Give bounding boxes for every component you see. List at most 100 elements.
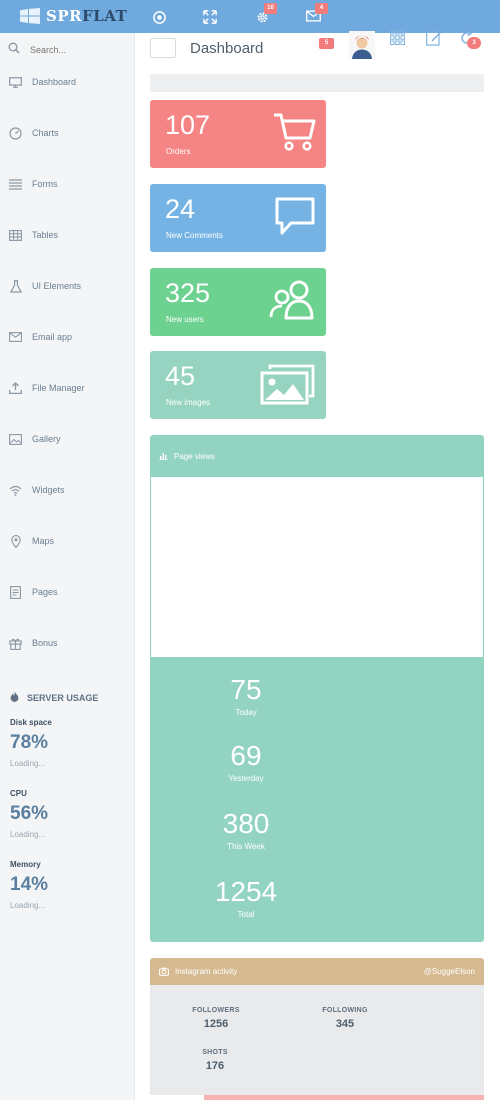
metric-value: 56% xyxy=(10,803,49,824)
sidebar-item-tables[interactable]: Tables xyxy=(9,227,58,243)
stat-label: Today xyxy=(235,708,257,717)
notification-badge[interactable]: 5 xyxy=(319,38,334,49)
envelope-icon[interactable]: 4 xyxy=(306,3,328,26)
tile-value: 24 xyxy=(165,194,196,224)
search-icon xyxy=(8,41,20,59)
tile-new-users[interactable]: 325 New users xyxy=(150,268,326,336)
server-metric-disk: Disk space 78% Loading... xyxy=(10,718,52,768)
metric-value: 78% xyxy=(10,732,49,753)
target-icon[interactable] xyxy=(152,10,168,26)
panel-header: Page views xyxy=(150,435,484,477)
page-icon xyxy=(150,38,176,58)
cart-icon xyxy=(272,112,316,157)
stat-label: This Week xyxy=(227,842,265,851)
sidebar-item-email-app[interactable]: Email app xyxy=(9,329,72,345)
tile-orders[interactable]: 107 Orders xyxy=(150,100,326,168)
page-views-panel: Page views 75 Today 69 Yesterday 380 Thi… xyxy=(150,435,484,942)
edit-icon[interactable] xyxy=(426,30,442,46)
stat-label: FOLLOWERS xyxy=(192,1007,240,1014)
page-title: Dashboard xyxy=(190,39,264,57)
brand-logo[interactable]: SPRFLAT xyxy=(20,7,127,25)
sidebar-item-pages[interactable]: Pages xyxy=(9,584,58,600)
instagram-username[interactable]: @SuggeElson xyxy=(424,967,475,976)
stat-this-week: 380 This Week xyxy=(196,808,296,852)
fire-icon xyxy=(10,691,19,704)
metric-name: CPU xyxy=(10,789,27,798)
stat-label: Total xyxy=(237,910,255,919)
tile-label: New images xyxy=(166,398,211,407)
stat-value: 1254 xyxy=(214,876,278,907)
tile-value: 325 xyxy=(165,278,211,308)
comment-icon xyxy=(274,196,316,241)
stat-label: Yesterday xyxy=(228,774,264,783)
sidebar-item-label: Bonus xyxy=(32,638,58,648)
metric-value: 14% xyxy=(10,874,49,895)
gift-icon xyxy=(9,637,22,650)
gear-icon[interactable]: 10 xyxy=(255,3,277,26)
metric-status: Loading... xyxy=(10,901,46,910)
camera-icon xyxy=(159,963,169,981)
brand-name: SPRFLAT xyxy=(46,7,128,25)
wifi-icon xyxy=(9,484,22,497)
stat-value: 345 xyxy=(335,1018,355,1030)
metric-status: Loading... xyxy=(10,759,46,768)
stat-shots: SHOTS 176 xyxy=(175,1049,255,1072)
sidebar-item-charts[interactable]: Charts xyxy=(9,125,59,141)
tile-new-comments[interactable]: 24 New Comments xyxy=(150,184,326,252)
sidebar: Dashboard Charts Forms Tables UI Element… xyxy=(0,33,135,1100)
stat-label: SHOTS xyxy=(202,1049,228,1056)
instagram-panel: Instagram activity @SuggeElson FOLLOWERS… xyxy=(150,958,484,1100)
panel-title: Instagram activity xyxy=(175,967,238,976)
stat-value: 75 xyxy=(230,674,262,705)
stat-today: 75 Today xyxy=(196,674,296,718)
sidebar-item-label: Email app xyxy=(32,332,73,342)
sidebar-item-gallery[interactable]: Gallery xyxy=(9,431,61,447)
avatar[interactable] xyxy=(349,31,375,59)
grid-icon[interactable] xyxy=(390,30,406,46)
sidebar-item-label: Maps xyxy=(32,536,55,546)
sidebar-item-file-manager[interactable]: File Manager xyxy=(9,380,85,396)
tile-label: New users xyxy=(166,315,204,324)
sidebar-search[interactable] xyxy=(8,42,126,58)
tile-label: New Comments xyxy=(166,231,223,240)
sidebar-item-ui-elements[interactable]: UI Elements xyxy=(9,278,81,294)
monitor-icon xyxy=(9,76,22,89)
users-icon xyxy=(268,280,316,325)
metric-name: Disk space xyxy=(10,718,52,727)
image-icon xyxy=(9,433,22,446)
sidebar-item-maps[interactable]: Maps xyxy=(9,533,54,549)
fullscreen-icon[interactable] xyxy=(203,10,219,26)
tile-value: 107 xyxy=(165,110,211,140)
stat-value: 69 xyxy=(230,740,262,771)
map-pin-icon xyxy=(9,534,22,548)
server-metric-memory: Memory 14% Loading... xyxy=(10,860,48,910)
breadcrumb xyxy=(150,74,484,92)
tile-value: 45 xyxy=(165,361,196,391)
sidebar-item-bonus[interactable]: Bonus xyxy=(9,635,58,651)
sidebar-item-label: Widgets xyxy=(32,485,65,495)
stat-followers: FOLLOWERS 1256 xyxy=(176,1007,256,1030)
sidebar-item-label: Forms xyxy=(32,179,58,189)
sidebar-item-widgets[interactable]: Widgets xyxy=(9,482,65,498)
page-header: Dashboard xyxy=(150,38,263,58)
instagram-photo-strip xyxy=(150,1095,484,1100)
table-icon xyxy=(9,229,22,242)
sidebar-item-label: File Manager xyxy=(32,383,85,393)
tile-new-images[interactable]: 45 New images xyxy=(150,351,326,419)
sync-badge: 3 xyxy=(467,37,481,49)
sidebar-item-forms[interactable]: Forms xyxy=(9,176,58,192)
pages-icon xyxy=(9,585,22,599)
server-usage-title: SERVER USAGE xyxy=(10,691,98,704)
sidebar-item-label: Pages xyxy=(32,587,58,597)
panel-header: Instagram activity @SuggeElson xyxy=(150,958,484,985)
stat-label: FOLLOWING xyxy=(322,1007,368,1014)
windows-logo-icon xyxy=(20,8,40,24)
mail-badge: 4 xyxy=(315,3,328,14)
search-input[interactable] xyxy=(30,45,120,55)
gauge-icon xyxy=(9,126,22,140)
sidebar-item-label: UI Elements xyxy=(32,281,82,291)
sidebar-item-dashboard[interactable]: Dashboard xyxy=(9,74,76,90)
stat-value: 380 xyxy=(222,808,270,839)
list-icon xyxy=(9,178,22,191)
metric-status: Loading... xyxy=(10,830,46,839)
